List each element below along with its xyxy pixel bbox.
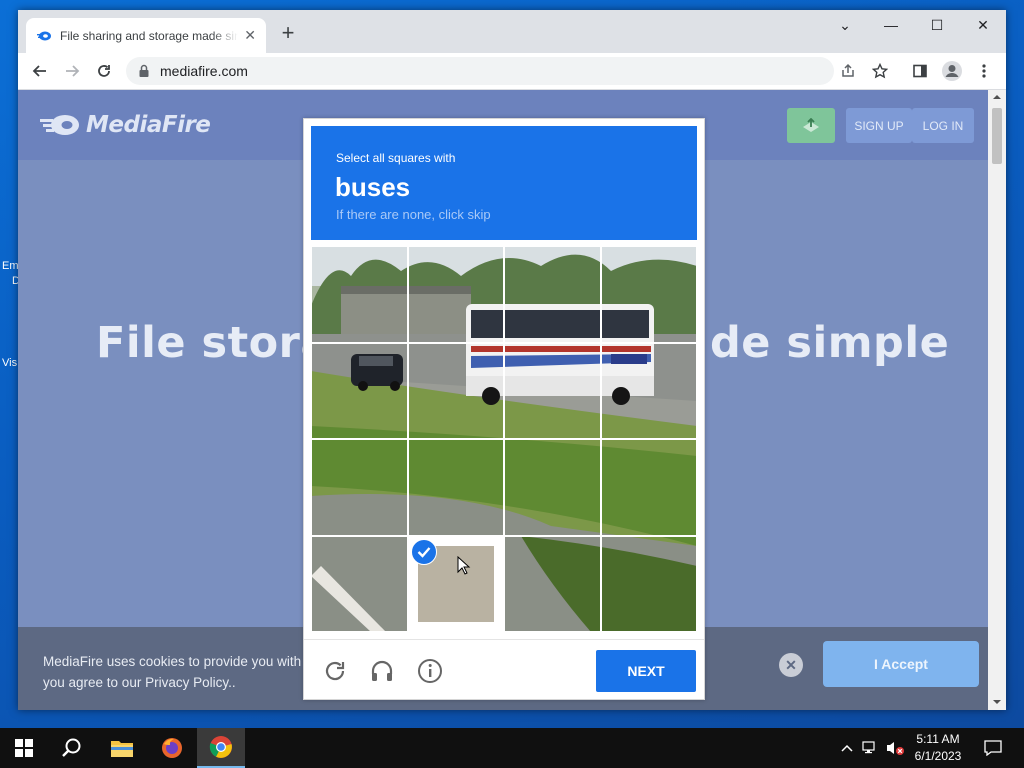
- browser-toolbar: mediafire.com: [18, 53, 1006, 90]
- clock-date: 6/1/2023: [914, 749, 962, 763]
- tab-search-chevron-icon[interactable]: ⌄: [822, 10, 868, 40]
- upload-button[interactable]: [787, 108, 835, 143]
- mediafire-logo-icon: [40, 115, 79, 135]
- network-icon[interactable]: [860, 728, 882, 768]
- signup-button[interactable]: SIGN UP: [846, 108, 912, 143]
- captcha-target: buses: [335, 172, 411, 202]
- bookmark-star-icon[interactable]: [866, 57, 894, 85]
- next-button[interactable]: NEXT: [596, 650, 696, 692]
- address-url: mediafire.com: [160, 63, 248, 79]
- mediafire-favicon-icon: [37, 31, 51, 40]
- browser-tab[interactable]: File sharing and storage made simple ✕: [26, 18, 266, 53]
- firefox-icon[interactable]: [148, 728, 196, 768]
- mediafire-logo[interactable]: MediaFire: [40, 112, 211, 138]
- cookie-close-icon[interactable]: ✕: [779, 653, 803, 677]
- captcha-tile[interactable]: [311, 246, 408, 343]
- captcha-tile[interactable]: [407, 342, 504, 439]
- scroll-up-icon[interactable]: [988, 91, 1006, 103]
- info-icon[interactable]: [416, 657, 444, 685]
- taskbar-clock[interactable]: 5:11 AM 6/1/2023: [902, 731, 974, 765]
- back-icon[interactable]: [26, 57, 54, 85]
- scroll-down-icon[interactable]: [988, 696, 1006, 708]
- tab-strip: File sharing and storage made simple ✕ +…: [18, 10, 1006, 53]
- captcha-tile[interactable]: [504, 535, 601, 632]
- accept-cookies-button[interactable]: I Accept: [823, 641, 979, 687]
- captcha-tile[interactable]: [504, 439, 601, 536]
- mouse-cursor-icon: [457, 556, 471, 575]
- captcha-tile[interactable]: [600, 246, 697, 343]
- chrome-taskbar-icon[interactable]: [197, 728, 245, 768]
- show-hidden-icons-chevron-icon[interactable]: [838, 728, 856, 768]
- share-icon[interactable]: [834, 57, 862, 85]
- windows-logo-icon: [15, 739, 33, 757]
- search-icon[interactable]: [48, 728, 96, 768]
- captcha-header: Select all squares with buses If there a…: [311, 126, 697, 240]
- address-bar[interactable]: mediafire.com: [126, 57, 834, 85]
- maximize-button[interactable]: ☐: [914, 10, 960, 40]
- scrollbar-thumb[interactable]: [992, 108, 1002, 164]
- close-window-button[interactable]: ✕: [960, 10, 1006, 40]
- captcha-tile[interactable]: [311, 535, 408, 632]
- upload-icon: [803, 117, 819, 132]
- clock-time: 5:11 AM: [916, 732, 960, 746]
- captcha-dialog: Select all squares with buses If there a…: [303, 118, 705, 700]
- forward-icon[interactable]: [58, 57, 86, 85]
- cookie-text-line-1: MediaFire uses cookies to provide you wi…: [43, 654, 302, 669]
- desktop-icon-label[interactable]: Vis: [2, 357, 17, 369]
- captcha-tile[interactable]: [600, 535, 697, 632]
- cookie-text-line-2[interactable]: you agree to our Privacy Policy..: [43, 672, 313, 693]
- new-tab-button[interactable]: +: [276, 22, 300, 46]
- minimize-button[interactable]: —: [868, 10, 914, 40]
- captcha-grid: [311, 246, 697, 632]
- captcha-footer: NEXT: [304, 639, 704, 699]
- desktop-icon-label[interactable]: Em: [2, 260, 19, 272]
- profile-avatar-icon[interactable]: [938, 57, 966, 85]
- captcha-tile[interactable]: [600, 342, 697, 439]
- captcha-hint: If there are none, click skip: [336, 207, 491, 222]
- captcha-tile[interactable]: [407, 246, 504, 343]
- lock-icon: [139, 64, 149, 77]
- logo-text: MediaFire: [86, 112, 211, 138]
- refresh-icon[interactable]: [321, 657, 349, 685]
- tab-close-icon[interactable]: ✕: [244, 27, 256, 44]
- captcha-tile[interactable]: [600, 439, 697, 536]
- captcha-instruction: Select all squares with: [336, 151, 456, 165]
- start-button[interactable]: [0, 728, 48, 768]
- file-explorer-icon[interactable]: [98, 728, 146, 768]
- hero-text-right: de simple: [710, 318, 950, 368]
- checkmark-icon: [411, 539, 437, 565]
- captcha-tile[interactable]: [504, 342, 601, 439]
- page-scrollbar[interactable]: [988, 90, 1006, 710]
- captcha-tile[interactable]: [407, 439, 504, 536]
- notifications-icon[interactable]: [978, 728, 1008, 768]
- audio-challenge-icon[interactable]: [368, 657, 396, 685]
- taskbar: 5:11 AM 6/1/2023: [0, 728, 1024, 768]
- captcha-tile[interactable]: [311, 342, 408, 439]
- captcha-tile[interactable]: [311, 439, 408, 536]
- captcha-tile[interactable]: [504, 246, 601, 343]
- browser-menu-icon[interactable]: [970, 57, 998, 85]
- side-panel-icon[interactable]: [906, 57, 934, 85]
- login-button[interactable]: LOG IN: [912, 108, 974, 143]
- tab-title: File sharing and storage made simple: [60, 28, 238, 43]
- reload-icon[interactable]: [90, 57, 118, 85]
- cookie-text: MediaFire uses cookies to provide you wi…: [43, 651, 313, 693]
